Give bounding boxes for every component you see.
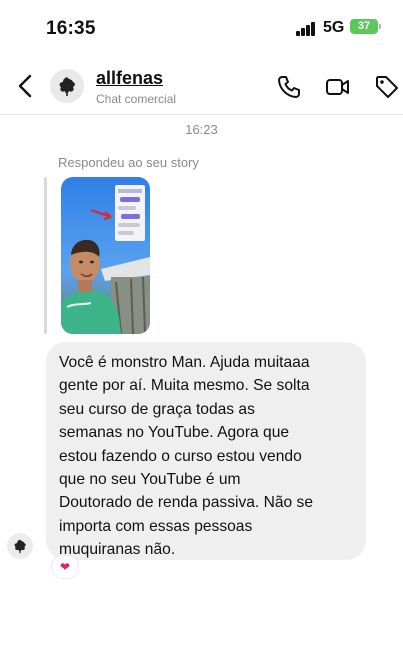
sender-avatar[interactable] [7,533,33,559]
phone-icon[interactable] [276,74,302,100]
video-icon[interactable] [325,74,351,100]
story-reply-label: Respondeu ao seu story [58,155,199,170]
avatar-logo-icon [14,539,26,554]
heart-reaction[interactable]: ❤ [51,555,79,579]
avatar-logo-icon [59,77,75,96]
status-bar: 16:35 5G 37 [0,0,403,58]
contact-name[interactable]: allfenas [96,68,163,89]
back-arrow-icon[interactable] [14,73,38,99]
network-label: 5G [323,19,345,36]
tag-icon[interactable] [374,74,400,100]
message-timestamp: 16:23 [185,122,218,137]
contact-subtitle: Chat comercial [96,92,177,106]
message-text: Você é monstro Man. Ajuda muitaaa gente … [59,354,313,559]
message-bubble[interactable]: Você é monstro Man. Ajuda muitaaa gente … [46,342,366,560]
heart-icon: ❤ [59,560,71,574]
story-image [61,177,150,334]
battery-icon: 37 [350,19,381,34]
signal-icon [296,22,316,36]
chat-header: allfenas Chat comercial [0,58,403,115]
avatar[interactable] [50,69,84,103]
reply-quote-bar [44,177,47,334]
status-time: 16:35 [46,18,96,39]
story-thumbnail[interactable] [61,177,150,334]
